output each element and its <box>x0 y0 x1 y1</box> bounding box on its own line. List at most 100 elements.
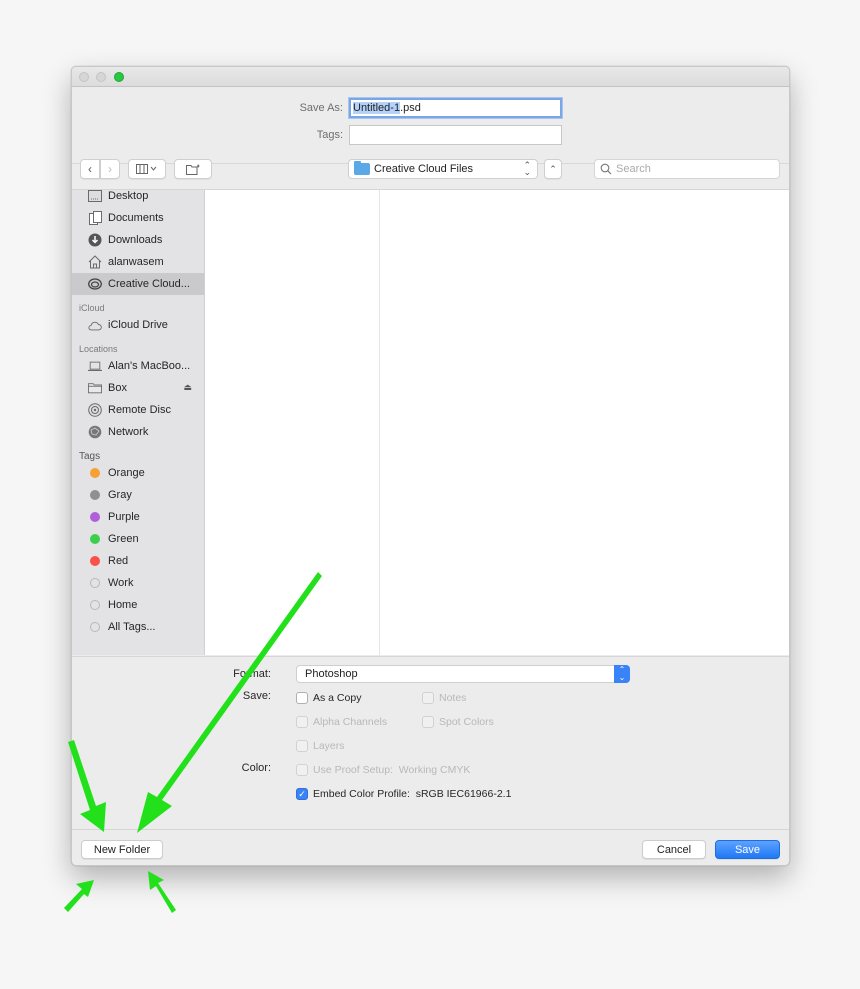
browser-toolbar: ‹ › Creative Cloud Files ⌃ ⌄ ⌃ Search <box>72 159 789 181</box>
checkbox-box <box>422 716 434 728</box>
back-button[interactable]: ‹ <box>80 159 100 179</box>
layers-checkbox[interactable]: Layers <box>296 740 345 752</box>
forward-button[interactable]: › <box>100 159 120 179</box>
file-list-area[interactable] <box>381 190 789 655</box>
color-options-label: Color: <box>241 762 271 774</box>
checkbox-label: Layers <box>313 740 345 752</box>
checkbox-box <box>296 740 308 752</box>
sidebar-section-tags: Tags <box>79 451 101 462</box>
disc-icon <box>88 403 102 417</box>
as-a-copy-checkbox[interactable]: As a Copy <box>296 692 361 704</box>
checkbox-box <box>296 692 308 704</box>
file-browser: Desktop Documents Downloads alanwasem Creati… <box>72 189 789 655</box>
sidebar-item-creative-cloud[interactable]: Creative Cloud... <box>72 273 204 295</box>
arrow-annotation-bottom-left <box>64 880 94 912</box>
sidebar-tag-work[interactable]: Work <box>72 572 204 594</box>
sidebar-tag-label: All Tags... <box>108 621 156 633</box>
checkbox-label: As a Copy <box>313 692 362 704</box>
location-popup[interactable]: Creative Cloud Files ⌃ ⌄ <box>348 159 538 179</box>
sidebar-item-documents[interactable]: Documents <box>72 207 204 229</box>
sidebar-item-label: Creative Cloud... <box>108 278 190 290</box>
new-folder-toolbar-button[interactable] <box>174 159 212 179</box>
filename-selected-text: Untitled-1 <box>353 102 401 114</box>
sidebar-item-desktop[interactable]: Desktop <box>72 190 204 207</box>
notes-checkbox[interactable]: Notes <box>422 692 466 704</box>
sidebar-tag-gray[interactable]: Gray <box>72 484 204 506</box>
desktop-icon <box>88 190 102 203</box>
format-popup[interactable]: Photoshop ⌃ ⌄ <box>296 665 630 683</box>
checkbox-box <box>296 716 308 728</box>
file-column[interactable] <box>205 190 380 655</box>
sidebar-tag-label: Green <box>108 533 139 545</box>
sidebar-item-remote-disc[interactable]: Remote Disc <box>72 399 204 421</box>
sidebar-tag-label: Gray <box>108 489 132 501</box>
format-value: Photoshop <box>305 668 358 680</box>
search-icon <box>600 163 612 175</box>
all-tags-icon <box>90 622 100 632</box>
tag-color-dot-icon <box>90 578 100 588</box>
new-folder-icon <box>186 164 200 175</box>
minimize-window-button[interactable] <box>96 72 106 82</box>
sidebar-item-label: Desktop <box>108 190 149 202</box>
expand-dialog-button[interactable]: ⌃ <box>544 159 562 179</box>
tag-color-dot-icon <box>90 512 100 522</box>
save-options: Format: Photoshop ⌃ ⌄ Save: As a Copy Not… <box>72 656 789 829</box>
sidebar-tag-home[interactable]: Home <box>72 594 204 616</box>
sidebar-item-label: iCloud Drive <box>108 319 168 331</box>
tag-color-dot-icon <box>90 600 100 610</box>
save-header: Save As: Untitled-1.psd Tags: <box>72 87 789 164</box>
checkbox-label: Embed Color Profile: sRGB IEC61966-2.1 <box>313 788 512 800</box>
dialog-footer: New Folder Cancel Save <box>72 829 789 865</box>
eject-icon[interactable]: ⏏ <box>183 382 192 393</box>
creative-cloud-icon <box>88 277 102 291</box>
cancel-button[interactable]: Cancel <box>642 840 706 859</box>
sidebar-tag-orange[interactable]: Orange <box>72 462 204 484</box>
chevron-right-icon: › <box>108 162 112 176</box>
sidebar-item-alanwasem[interactable]: alanwasem <box>72 251 204 273</box>
sidebar-item-downloads[interactable]: Downloads <box>72 229 204 251</box>
tag-color-dot-icon <box>90 490 100 500</box>
save-button[interactable]: Save <box>715 840 780 859</box>
filename-input[interactable]: Untitled-1.psd <box>349 98 562 118</box>
tag-color-dot-icon <box>90 556 100 566</box>
save-dialog: Save As: Untitled-1.psd Tags: ‹ › Creati… <box>71 66 790 866</box>
folder-icon <box>88 381 102 395</box>
view-mode-button[interactable] <box>128 159 166 179</box>
zoom-window-button[interactable] <box>114 72 124 82</box>
sidebar-tag-label: Work <box>108 577 134 589</box>
tags-input[interactable] <box>349 125 562 145</box>
new-folder-button[interactable]: New Folder <box>81 840 163 859</box>
close-window-button[interactable] <box>79 72 89 82</box>
use-proof-setup-checkbox[interactable]: Use Proof Setup: Working CMYK <box>296 764 470 776</box>
checkbox-box <box>296 764 308 776</box>
tags-label: Tags: <box>316 129 343 141</box>
sidebar-item-box[interactable]: Box ⏏ <box>72 377 204 399</box>
sidebar-tag-purple[interactable]: Purple <box>72 506 204 528</box>
sidebar-item-label: alanwasem <box>108 256 164 268</box>
checkbox-label: Alpha Channels <box>313 716 388 728</box>
filename-extension: .psd <box>400 102 421 114</box>
sidebar-tag-green[interactable]: Green <box>72 528 204 550</box>
alpha-channels-checkbox[interactable]: Alpha Channels <box>296 716 387 728</box>
search-field[interactable]: Search <box>594 159 780 179</box>
sidebar-tag-red[interactable]: Red <box>72 550 204 572</box>
sidebar-item-alan-s-macboo[interactable]: Alan's MacBoo... <box>72 355 204 377</box>
checkmark-icon: ✓ <box>296 788 308 800</box>
tag-color-dot-icon <box>90 534 100 544</box>
sidebar-item-label: Documents <box>108 212 164 224</box>
sidebar-item-network[interactable]: Network <box>72 421 204 443</box>
sidebar-item-label: Alan's MacBoo... <box>108 360 191 372</box>
creative-cloud-folder-icon <box>354 161 370 175</box>
sidebar-item-label: Downloads <box>108 234 163 246</box>
embed-color-profile-checkbox[interactable]: ✓ Embed Color Profile: sRGB IEC61966-2.1 <box>296 788 511 800</box>
sidebar-section-locations: Locations <box>79 344 118 354</box>
checkbox-label: Spot Colors <box>439 716 494 728</box>
sidebar-tag-label: Purple <box>108 511 140 523</box>
sidebar-item-icloud-drive[interactable]: iCloud Drive <box>72 314 204 336</box>
sidebar-tag-all-tags[interactable]: All Tags... <box>72 616 204 638</box>
downloads-icon <box>88 233 102 247</box>
sidebar-tag-label: Home <box>108 599 138 611</box>
save-as-label: Save As: <box>299 102 343 114</box>
search-placeholder: Search <box>616 163 651 175</box>
spot-colors-checkbox[interactable]: Spot Colors <box>422 716 494 728</box>
